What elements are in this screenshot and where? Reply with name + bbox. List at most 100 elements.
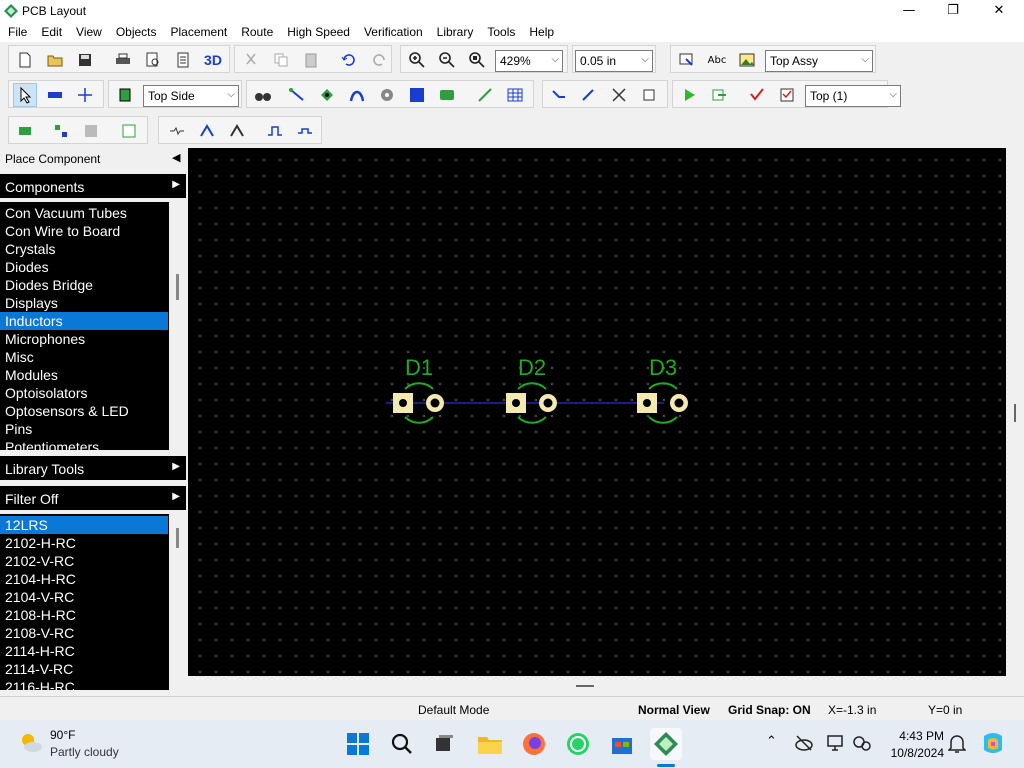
part-item[interactable]: 2102-V-RC: [0, 552, 168, 570]
view-3d-button[interactable]: 3D: [201, 48, 225, 72]
trace-shape-icon[interactable]: [165, 119, 189, 143]
menu-verification[interactable]: Verification: [356, 22, 429, 42]
pulse-low-icon[interactable]: [293, 119, 317, 143]
part-list[interactable]: 12LRS 2102-H-RC 2102-V-RC 2104-H-RC 2104…: [0, 514, 186, 690]
drc-report-icon[interactable]: [775, 83, 799, 107]
file-explorer-icon[interactable]: [474, 728, 506, 760]
properties-icon[interactable]: [117, 119, 141, 143]
menu-view[interactable]: View: [68, 22, 108, 42]
menu-route[interactable]: Route: [233, 22, 279, 42]
category-item[interactable]: Crystals: [0, 240, 168, 258]
find-binoculars-icon[interactable]: [251, 83, 275, 107]
footprint-d1[interactable]: D1: [393, 355, 444, 424]
copper-pour-icon[interactable]: [405, 83, 429, 107]
scroll-thumb[interactable]: [176, 274, 179, 300]
drc-check-icon[interactable]: [745, 83, 769, 107]
menu-high-speed[interactable]: High Speed: [279, 22, 356, 42]
canvas-vertical-scrollbar[interactable]: [1006, 148, 1024, 676]
part-item[interactable]: 2104-H-RC: [0, 570, 168, 588]
category-item[interactable]: Optosensors & LED: [0, 402, 168, 420]
clock-date[interactable]: 10/8/2024: [876, 746, 944, 760]
part-item[interactable]: 2108-H-RC: [0, 606, 168, 624]
undo-icon[interactable]: [337, 48, 361, 72]
category-item[interactable]: Microphones: [0, 330, 168, 348]
report-icon[interactable]: [171, 48, 195, 72]
select-pointer-icon[interactable]: [13, 83, 37, 107]
menu-help[interactable]: Help: [521, 22, 560, 42]
category-list[interactable]: Con Vacuum Tubes Con Wire to Board Cryst…: [0, 202, 186, 450]
start-windows-icon[interactable]: [342, 728, 374, 760]
pcb-layout-taskbar-icon[interactable]: [650, 728, 682, 760]
canvas-horizontal-scrollbar[interactable]: [188, 676, 1024, 696]
run-play-icon[interactable]: [677, 83, 701, 107]
print-icon[interactable]: [111, 48, 135, 72]
footprint-d2[interactable]: D2: [506, 355, 557, 424]
weather-partly-cloudy-icon[interactable]: [18, 730, 44, 756]
side-select[interactable]: Top Side ⌵: [143, 85, 239, 107]
whatsapp-icon[interactable]: [562, 728, 594, 760]
task-view-icon[interactable]: [428, 728, 460, 760]
maximize-button[interactable]: ❐: [930, 0, 976, 22]
menu-objects[interactable]: Objects: [108, 22, 163, 42]
part-item[interactable]: 2104-V-RC: [0, 588, 168, 606]
part-item[interactable]: 2102-H-RC: [0, 534, 168, 552]
scroll-thumb[interactable]: [176, 528, 179, 548]
crosshair-icon[interactable]: [73, 83, 97, 107]
category-item[interactable]: Potentiometers: [0, 438, 168, 450]
view-select[interactable]: Top Assy ⌵: [765, 50, 873, 72]
grid-size-select[interactable]: 0.05 in ⌵: [575, 50, 653, 72]
redo-icon[interactable]: [367, 48, 391, 72]
menu-tools[interactable]: Tools: [479, 22, 521, 42]
category-scrollbar[interactable]: [169, 202, 186, 450]
components-section-header[interactable]: Components ▶: [0, 174, 186, 198]
plane-icon[interactable]: [435, 83, 459, 107]
category-item[interactable]: Displays: [0, 294, 168, 312]
unroute-icon[interactable]: [607, 83, 631, 107]
part-scrollbar[interactable]: [169, 514, 186, 690]
cloud-sync-icon[interactable]: [794, 734, 814, 752]
zoom-select[interactable]: 429% ⌵: [495, 50, 563, 72]
minimize-button[interactable]: —: [886, 0, 932, 22]
category-item[interactable]: Misc: [0, 348, 168, 366]
new-file-icon[interactable]: [13, 48, 37, 72]
zoom-fit-icon[interactable]: [465, 48, 489, 72]
zoom-out-icon[interactable]: [435, 48, 459, 72]
arc-icon[interactable]: [345, 83, 369, 107]
refresh-view-icon[interactable]: [675, 48, 699, 72]
layer-select[interactable]: Top (1) ⌵: [805, 85, 901, 107]
measure-icon[interactable]: [43, 83, 67, 107]
display-icon[interactable]: [826, 734, 846, 752]
save-icon[interactable]: [73, 48, 97, 72]
dimension-icon[interactable]: [473, 83, 497, 107]
pulse-high-icon[interactable]: [263, 119, 287, 143]
copy-icon[interactable]: [269, 48, 293, 72]
pcb-canvas[interactable]: D1 D2 D3: [188, 148, 1006, 676]
close-button[interactable]: ✕: [976, 0, 1022, 22]
component-chip-icon[interactable]: [113, 83, 137, 107]
category-item[interactable]: Diodes: [0, 258, 168, 276]
disabled-tool-icon[interactable]: [79, 119, 103, 143]
zoom-in-icon[interactable]: [405, 48, 429, 72]
clock-time[interactable]: 4:43 PM: [884, 729, 944, 743]
align-components-icon[interactable]: [49, 119, 73, 143]
place-footprint-icon[interactable]: [13, 119, 37, 143]
category-item[interactable]: Con Wire to Board: [0, 222, 168, 240]
trace-icon[interactable]: [547, 83, 571, 107]
category-item[interactable]: Optoisolators: [0, 384, 168, 402]
copilot-icon[interactable]: [980, 730, 1006, 756]
part-item[interactable]: 2108-V-RC: [0, 624, 168, 642]
trace-layer2-icon[interactable]: [225, 119, 249, 143]
search-icon[interactable]: [386, 728, 418, 760]
menu-edit[interactable]: Edit: [33, 22, 68, 42]
part-item[interactable]: 2114-V-RC: [0, 660, 168, 678]
footprint-d3[interactable]: D3: [637, 355, 688, 424]
part-item[interactable]: 2114-H-RC: [0, 642, 168, 660]
scroll-thumb[interactable]: [576, 685, 594, 687]
spell-check-button[interactable]: Abc: [705, 48, 729, 72]
library-tools-header[interactable]: Library Tools ▶: [0, 456, 186, 480]
paste-icon[interactable]: [299, 48, 323, 72]
image-icon[interactable]: [735, 48, 759, 72]
chevron-up-icon[interactable]: ⌃: [766, 734, 777, 749]
export-icon[interactable]: [707, 83, 731, 107]
menu-placement[interactable]: Placement: [163, 22, 234, 42]
